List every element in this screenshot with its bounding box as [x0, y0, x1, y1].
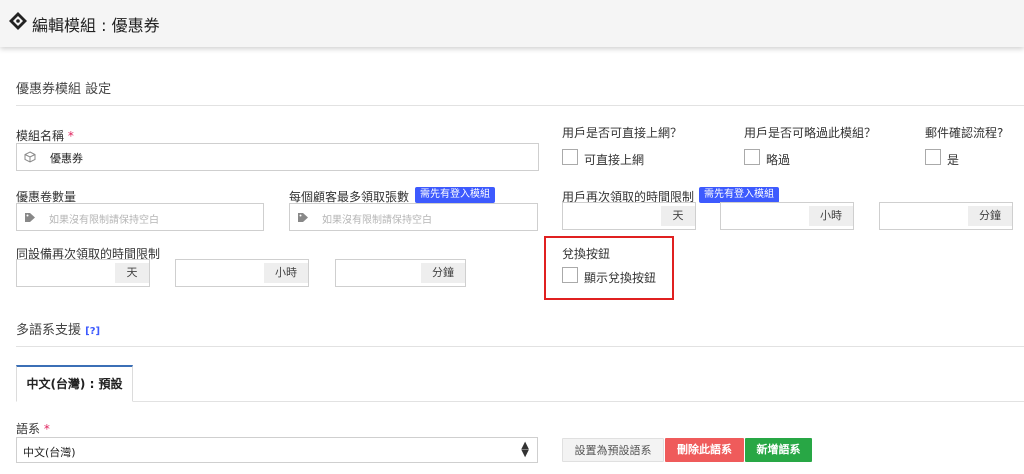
direct-online-label: 用戶是否可直接上網？ [562, 126, 683, 140]
set-default-language-button[interactable]: 設置為預設語系 [562, 438, 664, 462]
device-retake-days-input[interactable]: 天 [16, 259, 150, 287]
email-confirm-label: 郵件確認流程? [925, 126, 1004, 140]
required-marker: * [43, 422, 50, 436]
page-title: 編輯模組 : 優惠券 [32, 16, 160, 35]
required-marker: * [67, 129, 74, 143]
unit-minute: 分鐘 [968, 206, 1012, 226]
language-label: 語系 * [16, 420, 50, 437]
coupon-count-placeholder: 如果沒有限制請保持空白 [49, 215, 159, 226]
module-name-label: 模組名稱 * [16, 127, 74, 144]
email-confirm-checkbox-label: 是 [947, 153, 960, 167]
cube-icon [17, 144, 43, 170]
device-retake-minutes-input[interactable]: 分鐘 [335, 259, 466, 287]
tag-icon [9, 12, 27, 30]
login-required-badge-2: 需先有登入模組 [699, 187, 779, 203]
max-per-customer-input[interactable]: 如果沒有限制請保持空白 [289, 203, 538, 231]
skip-module-label: 用戶是否可略過此模組？ [744, 126, 877, 140]
redeem-button-label: 兌換按鈕 [562, 247, 611, 261]
direct-online-checkbox-label: 可直接上網 [584, 153, 645, 167]
module-name-value: 優惠券 [50, 152, 83, 165]
skip-module-checkbox-label: 略過 [766, 153, 791, 167]
skip-module-checkbox[interactable] [744, 149, 760, 165]
multilang-title-text: 多語系支援 [16, 323, 82, 338]
tags-icon [17, 204, 43, 230]
coupon-count-input[interactable]: 如果沒有限制請保持空白 [16, 203, 264, 231]
help-link[interactable]: [?] [85, 326, 100, 337]
email-confirm-checkbox[interactable] [925, 149, 941, 165]
unit-minute: 分鐘 [421, 263, 465, 283]
unit-day: 天 [661, 206, 695, 226]
user-retake-hours-input[interactable]: 小時 [720, 202, 854, 230]
delete-language-button[interactable]: 刪除此語系 [665, 438, 744, 462]
module-name-label-text: 模組名稱 [16, 129, 65, 143]
language-label-text: 語系 [16, 422, 41, 436]
multilang-title: 多語系支援 [?] [16, 319, 100, 338]
show-redeem-checkbox-label: 顯示兌換按鈕 [584, 271, 657, 285]
language-select-value: 中文(台灣) [23, 446, 76, 459]
add-language-button[interactable]: 新增語系 [745, 438, 812, 462]
tab-zh-tw[interactable]: 中文(台灣) : 預設 [16, 365, 133, 402]
select-arrows-icon: ▲ ▼ [521, 440, 529, 459]
unit-hour: 小時 [809, 206, 853, 226]
section-divider [16, 105, 1024, 106]
language-select[interactable]: 中文(台灣) ▲ ▼ [16, 437, 538, 463]
top-bar: 編輯模組 : 優惠券 [0, 0, 1024, 47]
multilang-divider [16, 346, 1024, 347]
user-retake-minutes-input[interactable]: 分鐘 [879, 202, 1013, 230]
unit-hour: 小時 [264, 263, 308, 283]
show-redeem-checkbox[interactable] [562, 267, 578, 283]
login-required-badge: 需先有登入模組 [415, 187, 495, 203]
unit-day: 天 [115, 263, 149, 283]
max-per-customer-placeholder: 如果沒有限制請保持空白 [322, 215, 432, 226]
tabs-baseline [16, 401, 1024, 402]
section-title: 優惠券模組 設定 [16, 82, 112, 97]
user-retake-days-input[interactable]: 天 [562, 202, 696, 230]
direct-online-checkbox[interactable] [562, 149, 578, 165]
device-retake-hours-input[interactable]: 小時 [175, 259, 309, 287]
tags-icon [290, 204, 316, 230]
module-name-input[interactable]: 優惠券 [16, 143, 539, 171]
